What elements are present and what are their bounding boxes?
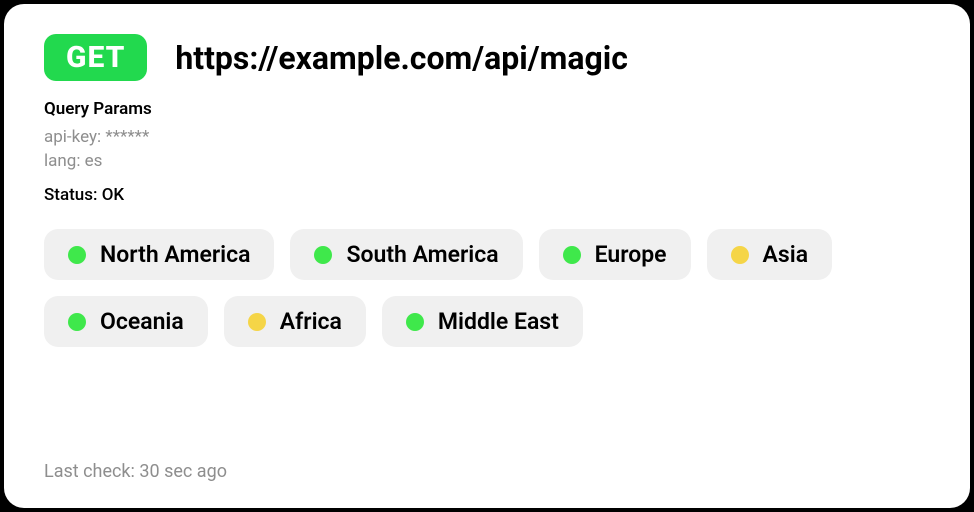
region-chip[interactable]: Middle East xyxy=(382,296,583,347)
status-dot-icon xyxy=(731,246,749,264)
param-key: lang xyxy=(44,151,76,171)
regions-container: North America South America Europe Asia … xyxy=(44,229,930,347)
region-chip[interactable]: Europe xyxy=(539,229,691,280)
status-label: Status xyxy=(44,185,93,205)
query-params-section: Query Params api-key: ****** lang: es xyxy=(44,99,930,175)
status-dot-icon xyxy=(406,313,424,331)
api-monitor-card: GET https://example.com/api/magic Query … xyxy=(4,4,970,508)
status-dot-icon xyxy=(68,246,86,264)
status-dot-icon xyxy=(314,246,332,264)
query-param-row: lang: es xyxy=(44,151,930,171)
status-dot-icon xyxy=(248,313,266,331)
region-label: Oceania xyxy=(100,308,184,335)
region-chip[interactable]: Asia xyxy=(707,229,833,280)
region-chip[interactable]: Oceania xyxy=(44,296,208,347)
status-dot-icon xyxy=(68,313,86,331)
region-chip[interactable]: South America xyxy=(290,229,522,280)
region-chip[interactable]: North America xyxy=(44,229,274,280)
request-url: https://example.com/api/magic xyxy=(175,39,628,77)
last-check-footer: Last check: 30 sec ago xyxy=(44,461,227,482)
region-label: South America xyxy=(346,241,498,268)
region-label: Middle East xyxy=(438,308,559,335)
param-value: ****** xyxy=(105,127,149,147)
query-param-row: api-key: ****** xyxy=(44,127,930,147)
status-line: Status: OK xyxy=(44,185,930,205)
region-label: North America xyxy=(100,241,250,268)
status-dot-icon xyxy=(563,246,581,264)
param-value: es xyxy=(85,151,103,171)
param-key: api-key xyxy=(44,127,97,147)
request-header: GET https://example.com/api/magic xyxy=(44,34,930,81)
query-params-label: Query Params xyxy=(44,99,930,119)
status-value: OK xyxy=(102,185,124,205)
region-label: Europe xyxy=(595,241,667,268)
region-chip[interactable]: Africa xyxy=(224,296,366,347)
region-label: Africa xyxy=(280,308,342,335)
region-label: Asia xyxy=(763,241,809,268)
http-method-badge: GET xyxy=(44,34,147,81)
